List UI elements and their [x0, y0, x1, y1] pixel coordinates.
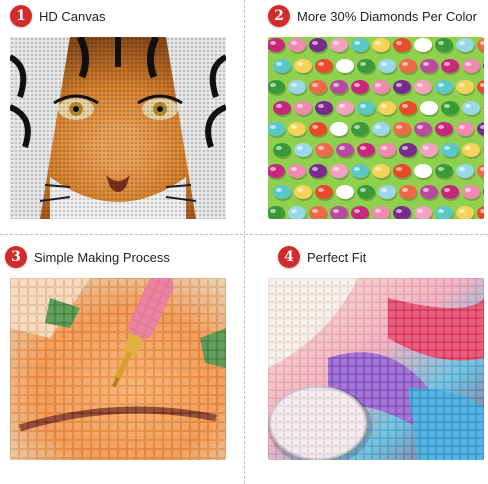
diamond-drills-image [268, 37, 484, 219]
feature-simple-process: 3 Simple Making Process [0, 234, 244, 484]
perfect-fit-image [268, 278, 484, 460]
number-badge: 3 [5, 246, 27, 268]
feature-label: Simple Making Process [34, 249, 170, 265]
feature-heading: 1 HD Canvas [10, 4, 105, 28]
feature-heading: 2 More 30% Diamonds Per Color [268, 4, 477, 28]
tiger-canvas-image [10, 37, 226, 219]
number-badge: 2 [268, 5, 290, 27]
feature-heading: 3 Simple Making Process [5, 245, 170, 269]
feature-perfect-fit: 4 Perfect Fit [244, 234, 488, 484]
feature-label: HD Canvas [39, 8, 106, 24]
feature-heading: 4 Perfect Fit [278, 245, 366, 269]
feature-more-diamonds: 2 More 30% Diamonds Per Color [244, 0, 488, 234]
feature-label: Perfect Fit [307, 249, 367, 265]
pen-process-image [10, 278, 226, 460]
feature-hd-canvas: 1 HD Canvas [0, 0, 244, 234]
number-badge: 4 [278, 246, 300, 268]
feature-label: More 30% Diamonds Per Color [297, 8, 477, 24]
number-badge: 1 [10, 5, 32, 27]
